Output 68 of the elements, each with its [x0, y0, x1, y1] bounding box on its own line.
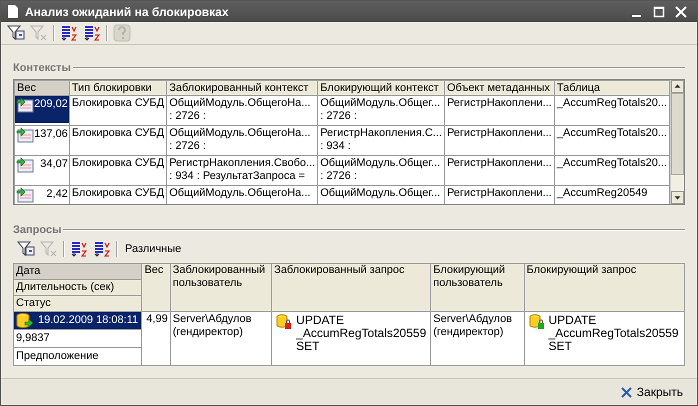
- table-cell-text: Блокировка СУБД: [70, 126, 166, 141]
- record-icon: [16, 157, 34, 173]
- table-cell-text: _AccumRegTotals20...: [556, 156, 668, 171]
- column-header[interactable]: Заблокированный контекст: [166, 80, 318, 96]
- table-cell[interactable]: 209,02: [15, 96, 69, 123]
- sort-descending-icon[interactable]: [83, 25, 101, 41]
- table-cell-text: РегистрНакоплени...: [446, 156, 553, 171]
- column-header[interactable]: Длительность (сек): [14, 280, 142, 296]
- distinct-button[interactable]: Различные: [123, 243, 184, 255]
- table-cell-text: _AccumRegTotals20...: [556, 126, 668, 141]
- table-cell-text: ОбщийМодуль.Общег...: [319, 186, 442, 201]
- table-cell-text: Блокировка СУБД: [70, 186, 166, 201]
- table-cell-text: ОбщийМодуль.ОбщегоНа... : 2726 :: [168, 96, 312, 124]
- table-cell-text: ОбщийМодуль.Общег... : 2726 :: [319, 156, 442, 184]
- column-header[interactable]: Тип блокировки: [69, 80, 167, 96]
- table-cell-text: РегистрНакопления.С... : 934 :: [319, 126, 443, 154]
- table-cell-text: Предположение: [15, 349, 100, 364]
- record-icon: [16, 187, 34, 203]
- table-cell-text: ОбщийМодуль.ОбщегоНа... : 2726 :: [168, 126, 312, 154]
- section-title: Запросы: [13, 224, 62, 236]
- table-cell-text: РегистрНакопления.Свобо... : 934 : РезультатЗапроса =: [168, 156, 316, 184]
- sort-ascending-icon[interactable]: [70, 241, 88, 257]
- column-header[interactable]: Заблокированный пользователь: [170, 264, 272, 312]
- table-cell[interactable]: 2,42: [15, 186, 69, 204]
- table-cell-text: ОбщийМодуль.ОбщегоНа...: [168, 186, 312, 201]
- table-cell-text: ОбщийМодуль.Общег... : 2726 :: [319, 96, 442, 124]
- record-icon: [16, 127, 34, 143]
- column-header[interactable]: Объект метаданных: [444, 80, 554, 96]
- column-header[interactable]: Блокирующий контекст: [318, 80, 444, 96]
- scroll-up-icon[interactable]: [671, 80, 684, 93]
- table-cell: UPDATE _AccumRegTotals20559 SET: [296, 314, 426, 353]
- column-header[interactable]: Блокирующий запрос: [524, 264, 684, 312]
- section-title: Контексты: [13, 62, 71, 74]
- column-header[interactable]: Вес: [14, 80, 70, 96]
- table-cell-text: _AccumReg20549: [556, 186, 648, 201]
- database-unlock-icon: [528, 314, 545, 330]
- column-header[interactable]: Блокирующий пользователь: [430, 264, 524, 312]
- table-cell-text: Server\Абдулов (гендиректор): [432, 312, 514, 340]
- column-header[interactable]: Дата: [14, 264, 142, 280]
- close-icon[interactable]: [675, 6, 687, 18]
- column-header[interactable]: Таблица: [554, 80, 670, 96]
- scroll-down-icon[interactable]: [671, 191, 684, 204]
- database-icon: [16, 312, 34, 328]
- table-cell-text: Блокировка СУБД: [70, 96, 166, 111]
- table-cell: 9,9837: [14, 330, 142, 348]
- table-cell-text: РегистрНакоплени...: [446, 126, 553, 141]
- window-title: Анализ ожиданий на блокировках: [25, 4, 230, 18]
- table-cell-text: _AccumRegTotals20...: [556, 96, 668, 111]
- table-cell-text: 4,99: [145, 312, 169, 327]
- sort-descending-icon[interactable]: [93, 241, 111, 257]
- document-icon: [7, 4, 19, 19]
- column-header[interactable]: Заблокированный запрос: [272, 264, 431, 312]
- record-icon: [16, 97, 34, 113]
- close-button[interactable]: Закрыть: [614, 384, 689, 400]
- filter-icon[interactable]: [17, 241, 35, 257]
- scrollbar[interactable]: [670, 80, 684, 204]
- database-lock-icon: [276, 314, 292, 330]
- table-cell-text: РегистрНакоплени...: [446, 96, 553, 111]
- table-cell-text: Блокировка СУБД: [70, 156, 166, 171]
- maximize-icon[interactable]: [653, 6, 665, 18]
- column-header[interactable]: Вес: [142, 264, 170, 312]
- sort-ascending-icon[interactable]: [60, 25, 78, 41]
- filter-icon[interactable]: [7, 25, 25, 41]
- table-cell: UPDATE _AccumRegTotals20559 SET: [548, 314, 679, 353]
- table-cell[interactable]: 19.02.2009 18:08:11: [14, 312, 142, 330]
- close-icon: [620, 386, 632, 398]
- table-cell-text: РегистрНакоплени...: [446, 186, 553, 201]
- table-cell-text: Server\Абдулов (гендиректор): [172, 312, 253, 340]
